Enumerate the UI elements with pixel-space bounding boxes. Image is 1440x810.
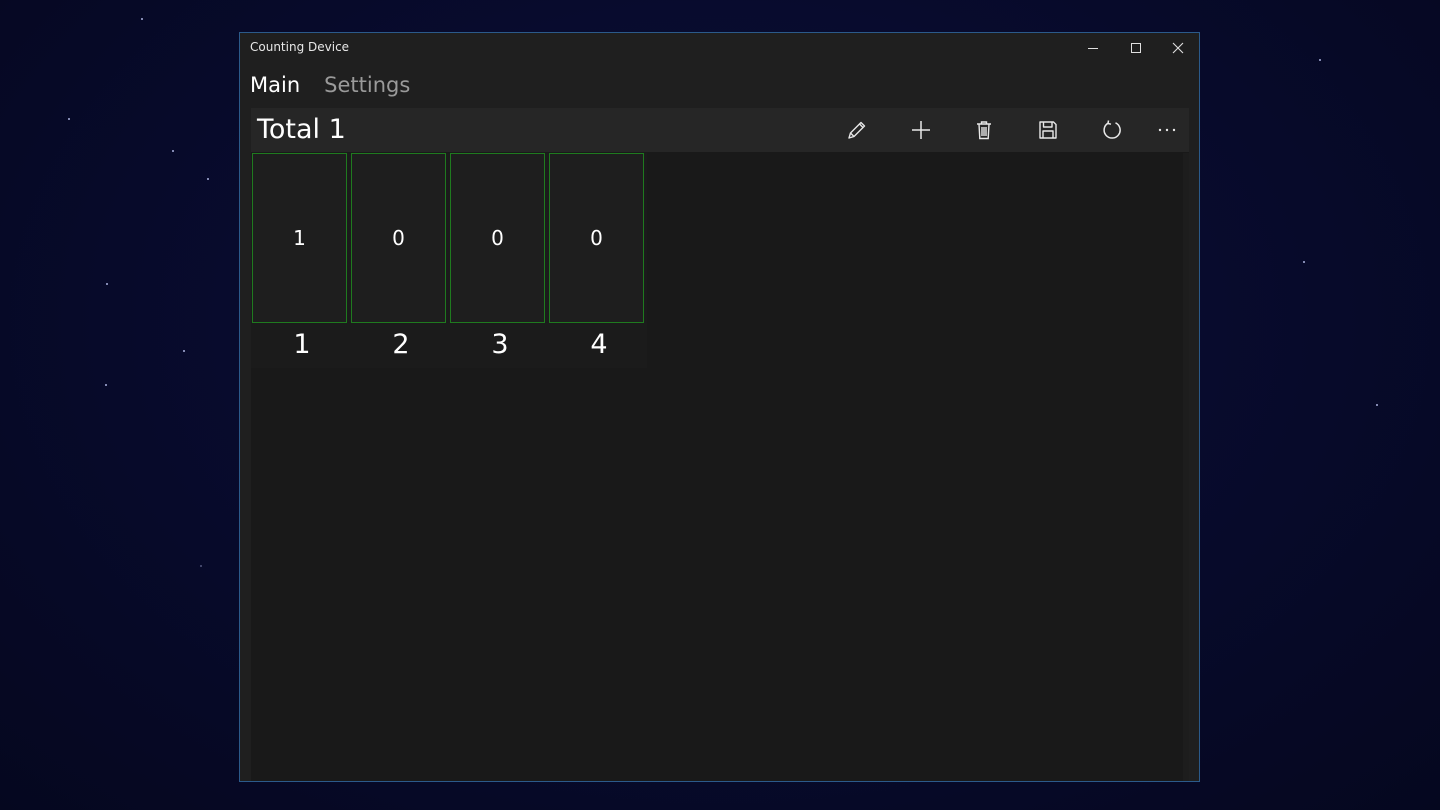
maximize-icon (1131, 43, 1141, 53)
star (68, 118, 70, 120)
star (1376, 404, 1378, 406)
app-window: Counting Device Main Settings Total 1 1 … (239, 32, 1200, 782)
star (106, 283, 108, 285)
title-bar[interactable]: Counting Device (240, 33, 1199, 63)
counter-value[interactable]: 0 (351, 153, 446, 323)
save-icon (1039, 121, 1057, 139)
counter-value[interactable]: 0 (450, 153, 545, 323)
minimize-icon (1088, 48, 1098, 49)
counter-item[interactable]: 0 2 (351, 153, 446, 368)
edit-button[interactable] (835, 112, 879, 148)
close-button[interactable] (1156, 33, 1200, 63)
counter-item[interactable]: 1 1 (252, 153, 347, 368)
counter-label: 1 (293, 329, 311, 360)
counter-label: 3 (491, 329, 509, 360)
counter-grid: 1 1 0 2 0 3 0 4 (251, 153, 647, 368)
counter-value[interactable]: 1 (252, 153, 347, 323)
star (1319, 59, 1321, 61)
delete-button[interactable] (962, 112, 1006, 148)
window-title: Counting Device (250, 40, 350, 54)
tab-settings[interactable]: Settings (324, 73, 410, 103)
refresh-icon (1103, 120, 1121, 139)
counter-label: 4 (590, 329, 608, 360)
minimize-button[interactable] (1071, 33, 1115, 63)
more-icon (1158, 128, 1176, 132)
nav-tabs: Main Settings (250, 73, 410, 103)
more-button[interactable] (1145, 112, 1189, 148)
tab-main[interactable]: Main (250, 73, 300, 103)
edit-icon (848, 121, 866, 139)
total-count: Total 1 (257, 114, 346, 145)
star (207, 178, 209, 180)
star (200, 565, 202, 567)
save-button[interactable] (1026, 112, 1070, 148)
close-icon (1172, 42, 1184, 54)
counter-item[interactable]: 0 3 (450, 153, 545, 368)
star (1303, 261, 1305, 263)
add-button[interactable] (899, 112, 943, 148)
main-content: Total 1 1 1 0 2 0 3 0 4 (251, 108, 1189, 781)
counter-item[interactable]: 0 4 (549, 153, 644, 368)
refresh-button[interactable] (1090, 112, 1134, 148)
star (172, 150, 174, 152)
counter-label: 2 (392, 329, 410, 360)
add-icon (912, 121, 930, 139)
delete-icon (977, 121, 991, 140)
star (141, 18, 143, 20)
star (105, 384, 107, 386)
maximize-button[interactable] (1114, 33, 1158, 63)
vertical-scrollbar[interactable] (1183, 153, 1189, 781)
star (183, 350, 185, 352)
command-bar: Total 1 (251, 108, 1189, 152)
counter-value[interactable]: 0 (549, 153, 644, 323)
